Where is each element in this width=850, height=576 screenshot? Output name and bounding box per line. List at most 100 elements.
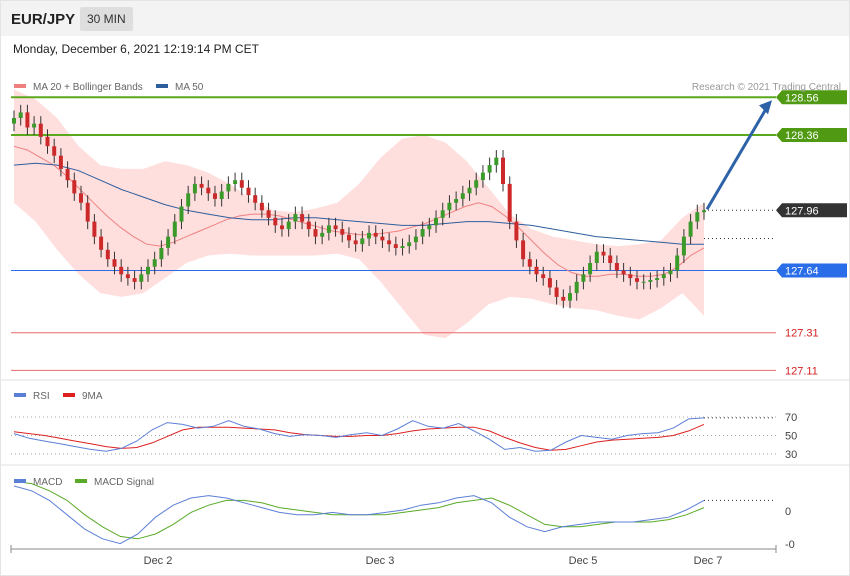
- candle-body: [347, 234, 351, 241]
- macd-signal-line: [13, 480, 705, 540]
- candle-body: [413, 236, 418, 243]
- candle-body: [213, 193, 217, 199]
- candle-body: [434, 217, 438, 226]
- legend-swatch-ma50: [156, 84, 168, 88]
- candle-body: [474, 180, 479, 188]
- candle-body: [286, 221, 291, 230]
- candle-body: [695, 212, 700, 222]
- candle-body: [594, 251, 599, 263]
- legend-swatch-rsi-ma: [63, 393, 75, 397]
- legend-label-ma20: MA 20 + Bollinger Bands: [33, 82, 143, 93]
- candle-body: [246, 187, 251, 196]
- rsi-tick-label: 30: [785, 449, 797, 461]
- candle-body: [487, 165, 492, 173]
- target-arrow: [705, 106, 769, 211]
- candle-body: [65, 168, 70, 181]
- candle-body: [206, 187, 211, 194]
- candle-body: [112, 259, 117, 267]
- candle-body: [507, 183, 512, 222]
- candle-body: [146, 266, 150, 275]
- candle-body: [367, 232, 371, 239]
- legend-swatch-macd-signal: [75, 479, 87, 483]
- legend-swatch-macd: [14, 479, 26, 483]
- x-axis-label: Dec 3: [366, 555, 395, 567]
- candle-body: [574, 281, 579, 294]
- candle-body: [239, 180, 244, 188]
- candle-body: [45, 136, 50, 147]
- candle-body: [320, 232, 325, 237]
- candle-body: [702, 210, 706, 213]
- candle-body: [219, 191, 224, 199]
- candle-body: [393, 244, 398, 248]
- bollinger-band: [14, 89, 704, 339]
- candle-body: [494, 157, 499, 166]
- x-axis-label: Dec 5: [569, 555, 598, 567]
- candle-body: [326, 225, 331, 233]
- candle-body: [454, 199, 459, 203]
- x-axis-label: Dec 2: [144, 555, 173, 567]
- candle-body: [32, 123, 37, 128]
- candle-body: [293, 214, 298, 222]
- candle-body: [668, 270, 673, 275]
- rsi-tick-label: 70: [785, 412, 797, 424]
- candle-body: [608, 255, 613, 263]
- candle-body: [621, 270, 626, 275]
- candle-body: [641, 281, 646, 283]
- candle-body: [681, 236, 686, 256]
- candle-body: [661, 274, 666, 279]
- macd-tick-label: -0: [785, 539, 795, 551]
- candle-body: [635, 278, 639, 282]
- candle-body: [266, 210, 271, 218]
- candle-body: [313, 229, 318, 237]
- candle-body: [152, 259, 157, 267]
- candle-body: [447, 202, 452, 211]
- candle-body: [601, 251, 606, 256]
- candle-body: [614, 263, 619, 271]
- candle-body: [132, 278, 137, 282]
- candle-body: [58, 155, 63, 169]
- candle-body: [85, 202, 90, 222]
- candle-body: [353, 240, 358, 245]
- candle-body: [273, 217, 278, 226]
- level-label-127.64: 127.64: [785, 266, 819, 278]
- candle-body: [373, 232, 378, 237]
- legend-label-rsi: RSI: [33, 391, 50, 402]
- rsi-tick-label: 50: [785, 431, 797, 443]
- candle-body: [92, 221, 97, 237]
- candle-body: [119, 266, 124, 275]
- price-chart[interactable]: 128.56 128.36 127.96 127.64 127.31 127.11 MA 2…: [0, 0, 850, 576]
- legend-label-ma50: MA 50: [175, 82, 204, 93]
- candle-body: [18, 112, 23, 118]
- level-label-128.56: 128.56: [785, 92, 819, 104]
- candle-body: [514, 221, 519, 241]
- legend-label-rsi-ma: 9MA: [82, 391, 103, 402]
- legend-swatch-ma20: [14, 84, 26, 88]
- candle-body: [38, 123, 43, 137]
- level-label-127.96: 127.96: [785, 205, 819, 217]
- candle-body: [360, 238, 365, 245]
- research-credit: Research © 2021 Trading Central: [692, 82, 841, 93]
- candle-body: [541, 274, 546, 279]
- candle-body: [534, 266, 539, 275]
- candle-body: [159, 247, 164, 260]
- legend-swatch-rsi: [14, 393, 26, 397]
- candle-body: [79, 193, 83, 203]
- candle-body: [72, 180, 77, 194]
- candle-body: [12, 118, 16, 124]
- legend-label-macd: MACD: [33, 477, 62, 488]
- candle-body: [628, 274, 633, 279]
- candle-body: [688, 221, 693, 237]
- candle-body: [501, 157, 505, 184]
- candle-body: [655, 278, 660, 280]
- candle-body: [588, 263, 593, 275]
- candle-body: [139, 274, 144, 282]
- candle-body: [226, 183, 231, 192]
- level-label-128.36: 128.36: [785, 130, 819, 142]
- x-axis-label: Dec 7: [694, 555, 723, 567]
- candle-body: [480, 172, 485, 181]
- rsi-line: [13, 417, 705, 452]
- candle-body: [554, 287, 559, 297]
- candle-body: [568, 293, 572, 301]
- candle-body: [547, 278, 552, 288]
- candle-body: [387, 240, 392, 245]
